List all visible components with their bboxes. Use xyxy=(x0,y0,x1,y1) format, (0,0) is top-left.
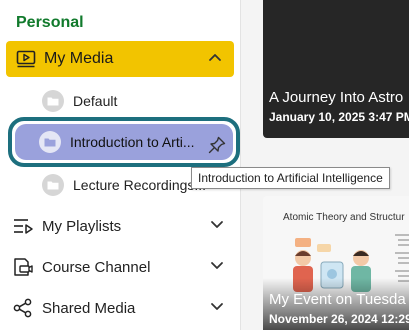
folder-label: Lecture Recordings... xyxy=(73,177,207,193)
nav-item-label: Course Channel xyxy=(42,258,151,276)
chevron-up-icon[interactable] xyxy=(208,52,222,62)
chevron-down-icon[interactable] xyxy=(210,261,224,271)
folder-icon xyxy=(42,90,64,112)
folder-label: Default xyxy=(73,93,118,109)
media-card-title[interactable]: My Event on Tuesda xyxy=(269,291,406,308)
media-gallery: A Journey Into Astro January 10, 2025 3:… xyxy=(241,0,409,330)
media-card[interactable]: A Journey Into Astro January 10, 2025 3:… xyxy=(263,0,409,138)
my-media-label: My Media xyxy=(44,50,114,67)
media-card[interactable]: Atomic Theory and Structur My Event on T… xyxy=(263,196,409,330)
nav-item-my-playlists[interactable]: My Playlists xyxy=(12,211,232,241)
my-media-item[interactable]: My Media xyxy=(6,41,234,77)
thumbnail-slide-title: Atomic Theory and Structur xyxy=(283,212,405,223)
share-icon xyxy=(12,298,34,318)
folder-icon xyxy=(39,131,61,153)
sidebar: Personal My Media Default Introduction t… xyxy=(0,0,240,330)
chevron-down-icon[interactable] xyxy=(210,302,224,312)
tooltip: Introduction to Artificial Intelligence xyxy=(191,167,390,189)
folder-icon xyxy=(42,174,64,196)
media-card-title[interactable]: A Journey Into Astro xyxy=(269,89,403,106)
playlist-icon xyxy=(12,217,34,235)
folder-label: Introduction to Arti... xyxy=(70,134,195,150)
nav-item-shared-media[interactable]: Shared Media xyxy=(12,293,232,323)
media-card-date: November 26, 2024 12:29 xyxy=(269,312,409,326)
section-title-personal: Personal xyxy=(16,14,84,31)
nav-item-label: My Playlists xyxy=(42,217,122,235)
nav-item-course-channel[interactable]: Course Channel xyxy=(12,252,232,282)
folder-item-introduction-to-ai[interactable]: Introduction to Arti... xyxy=(8,117,240,167)
chevron-down-icon[interactable] xyxy=(210,220,224,230)
media-player-icon xyxy=(16,50,36,68)
pin-icon[interactable] xyxy=(207,135,227,155)
folder-item-default[interactable]: Default xyxy=(42,90,117,112)
folder-item-lecture-recordings[interactable]: Lecture Recordings... xyxy=(42,174,206,196)
media-card-date: January 10, 2025 3:47 PM xyxy=(269,110,409,124)
nav-item-label: Shared Media xyxy=(42,299,136,317)
course-channel-icon xyxy=(12,257,34,277)
